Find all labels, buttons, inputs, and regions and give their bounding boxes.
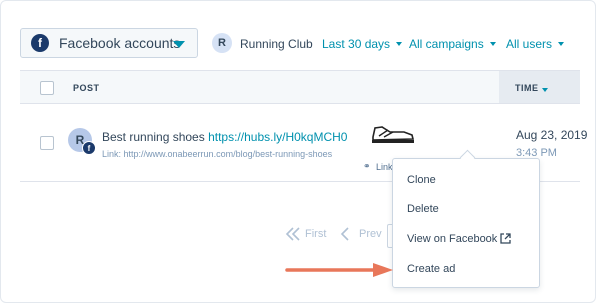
first-page-button[interactable]: First [305,228,326,240]
campaigns-filter[interactable]: All campaigns [409,37,496,51]
club-avatar: R [212,33,232,53]
row-checkbox[interactable] [40,136,54,150]
chevron-down-icon [396,42,403,46]
time-column-header[interactable] [499,70,580,104]
clone-menu-item[interactable]: Clone [407,174,436,186]
club-name: Running Club [240,37,313,51]
post-type-label: Link [376,162,393,172]
campaigns-label: All campaigns [409,37,484,51]
facebook-icon: f [31,34,49,52]
link-icon: ⚭ [363,161,371,171]
create-ad-menu-item[interactable]: Create ad [407,263,455,275]
time-column-label: TIME [515,83,539,93]
users-label: All users [506,37,553,51]
post-link[interactable]: https://hubs.ly/H0kqMCH0 [208,130,347,144]
date-range-label: Last 30 days [322,37,391,51]
account-select-label: Facebook accounts [59,35,181,51]
post-url: Link: http://www.onabeerrun.com/blog/bes… [102,149,333,159]
select-all-checkbox[interactable] [40,81,54,95]
sort-desc-icon[interactable] [542,88,548,92]
chevron-down-icon [558,42,565,46]
delete-menu-item[interactable]: Delete [407,203,439,215]
chevron-down-icon [489,42,496,46]
post-date: Aug 23, 2019 [516,128,588,142]
facebook-icon: f [82,141,96,155]
post-text: Best running shoes https://hubs.ly/H0kqM… [102,130,347,144]
account-select[interactable]: f Facebook accounts [20,28,198,58]
table-header [20,70,580,104]
post-message: Best running shoes [102,130,209,144]
date-range-filter[interactable]: Last 30 days [322,37,403,51]
arrow-right-icon [285,263,393,277]
users-filter[interactable]: All users [506,37,565,51]
external-link-icon [500,233,511,244]
view-on-facebook-menu-item[interactable]: View on Facebook [407,233,497,245]
chevron-down-icon [173,41,185,48]
double-chevron-left-icon [285,227,300,241]
shoe-thumbnail [372,126,415,143]
prev-page-button[interactable]: Prev [359,228,382,240]
post-column-label: POST [73,83,100,93]
chevron-left-icon [340,227,349,241]
